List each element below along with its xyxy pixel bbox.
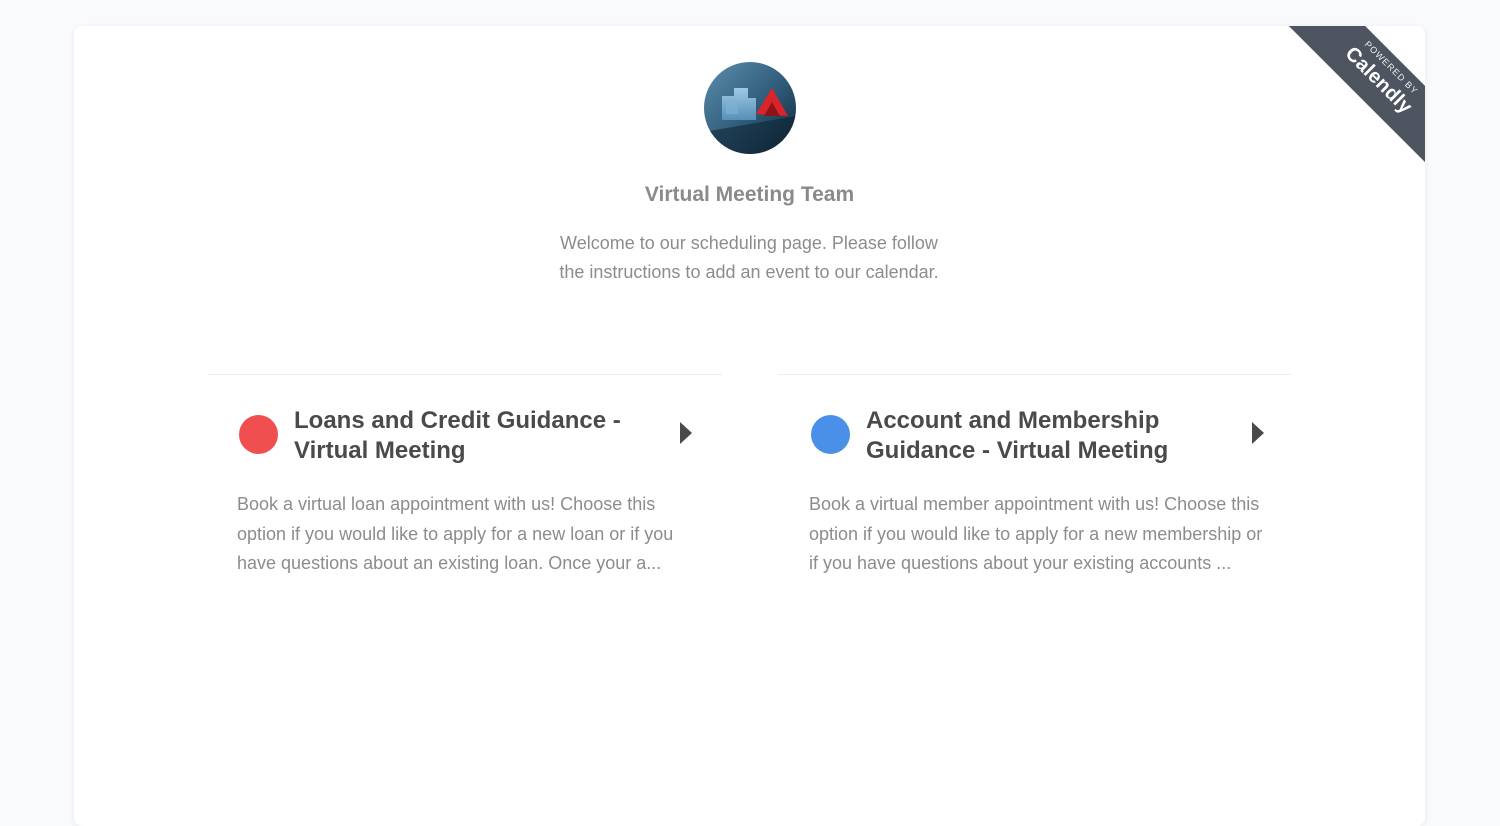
welcome-message: Welcome to our scheduling page. Please f…	[559, 233, 939, 282]
event-title[interactable]: Account and Membership Guidance - Virtua…	[866, 406, 1206, 466]
event-title[interactable]: Loans and Credit Guidance - Virtual Meet…	[294, 406, 634, 466]
team-name: Virtual Meeting Team	[644, 183, 855, 206]
caret-right-icon[interactable]	[680, 422, 692, 444]
team-avatar	[704, 62, 796, 154]
event-color-dot	[239, 415, 278, 454]
powered-by-ribbon-container: POWERED BY Calendly	[1282, 26, 1425, 170]
event-color-dot	[811, 415, 850, 454]
team-logo-image	[704, 62, 796, 154]
event-description: Book a virtual member appointment with u…	[809, 494, 1263, 573]
powered-by-calendly-ribbon[interactable]: POWERED BY Calendly	[1283, 26, 1425, 170]
event-type-loans[interactable]: Loans and Credit Guidance - Virtual Meet…	[208, 374, 722, 645]
scheduling-card: POWERED BY Calendly Virtual Meeting Team…	[74, 26, 1425, 826]
event-type-membership[interactable]: Account and Membership Guidance - Virtua…	[778, 374, 1292, 645]
caret-right-icon[interactable]	[1252, 422, 1264, 444]
calendly-brand-label: Calendly	[1340, 42, 1417, 119]
event-description: Book a virtual loan appointment with us!…	[237, 494, 674, 573]
